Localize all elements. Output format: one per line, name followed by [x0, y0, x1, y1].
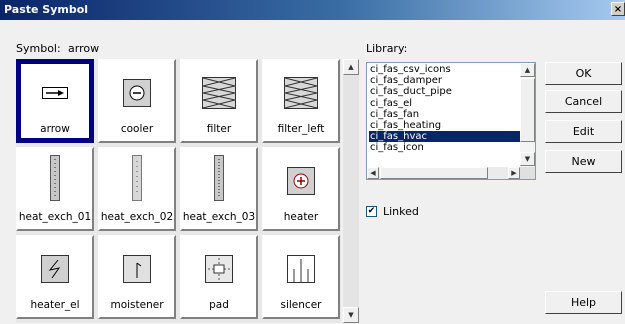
linked-checkbox[interactable]: ✔ [366, 206, 377, 217]
tile-label: pad [209, 299, 229, 311]
symbol-tile-arrow[interactable]: arrow [16, 59, 94, 143]
library-item[interactable]: ci_fas_el [369, 98, 521, 109]
heat-exchanger-icon [132, 155, 142, 201]
scroll-left-icon[interactable]: ◀ [367, 167, 379, 179]
symbol-tile-filter-left[interactable]: filter_left [262, 59, 340, 143]
linked-label: Linked [383, 205, 419, 218]
symbol-tile-filter[interactable]: filter [180, 59, 258, 143]
library-item-selected[interactable]: ci_fas_hvac [369, 131, 521, 143]
scroll-up-icon[interactable]: ▲ [343, 59, 359, 75]
tile-label: filter_left [277, 123, 325, 135]
library-item[interactable]: ci_fas_heating [369, 120, 521, 131]
library-item[interactable]: ci_fas_csv_icons [369, 64, 521, 75]
moistener-icon [123, 255, 151, 283]
library-item[interactable]: ci_fas_icon [369, 142, 521, 153]
library-listbox[interactable]: ci_fas_csv_icons ci_fas_damper ci_fas_du… [366, 62, 536, 180]
tile-label: heat_exch_02 [100, 211, 174, 223]
electric-heater-icon [41, 255, 69, 283]
symbol-label: Symbol: [16, 42, 61, 55]
silencer-icon [287, 255, 315, 283]
tile-label: moistener [110, 299, 164, 311]
cancel-button[interactable]: Cancel [545, 90, 622, 113]
tile-label: heater_el [30, 299, 80, 311]
library-item[interactable]: ci_fas_duct_pipe [369, 86, 521, 97]
filter-icon [202, 77, 236, 109]
pad-icon [205, 255, 233, 283]
tile-label: heat_exch_01 [18, 211, 92, 223]
tile-label: silencer [280, 299, 322, 311]
title-bar[interactable]: Paste Symbol × [0, 0, 625, 20]
library-horizontal-scrollbar[interactable]: ◀ ▶ [367, 167, 520, 179]
library-vertical-scrollbar[interactable]: ▲ ▼ [520, 63, 535, 167]
scroll-up-icon[interactable]: ▲ [520, 63, 535, 77]
close-button[interactable]: × [611, 2, 625, 16]
symbol-grid-scrollbar[interactable]: ▲ ▼ [343, 59, 359, 323]
tile-label: heat_exch_03 [182, 211, 256, 223]
symbol-tile-cooler[interactable]: cooler [98, 59, 176, 143]
scroll-thumb[interactable] [520, 78, 535, 142]
scroll-thumb[interactable] [380, 167, 488, 179]
new-button[interactable]: New [545, 150, 622, 173]
ok-button[interactable]: OK [545, 62, 622, 85]
help-button[interactable]: Help [545, 291, 622, 314]
tile-label: cooler [120, 123, 154, 135]
symbol-tile-silencer[interactable]: silencer [262, 235, 340, 319]
library-label: Library: [366, 42, 408, 55]
scroll-right-icon[interactable]: ▶ [508, 167, 520, 179]
edit-button[interactable]: Edit [545, 120, 622, 143]
cooler-icon [123, 79, 151, 107]
tile-label: heater [283, 211, 319, 223]
library-item[interactable]: ci_fas_fan [369, 109, 521, 120]
paste-symbol-dialog: Paste Symbol × Symbol: arrow arrow coole… [0, 0, 625, 324]
symbol-tile-heater-el[interactable]: heater_el [16, 235, 94, 319]
symbol-tile-heat-exch-03[interactable]: heat_exch_03 [180, 147, 258, 231]
filter-left-icon [284, 77, 318, 109]
symbol-name-value: arrow [68, 42, 100, 55]
scroll-down-icon[interactable]: ▼ [520, 152, 535, 166]
heat-exchanger-icon [214, 155, 224, 201]
symbol-tile-heat-exch-02[interactable]: heat_exch_02 [98, 147, 176, 231]
tile-label: arrow [40, 123, 70, 135]
symbol-tile-pad[interactable]: pad [180, 235, 258, 319]
dialog-title: Paste Symbol [4, 3, 89, 16]
symbol-tile-moistener[interactable]: moistener [98, 235, 176, 319]
heater-icon [287, 167, 315, 195]
symbol-tile-heat-exch-01[interactable]: heat_exch_01 [16, 147, 94, 231]
scrollbar-corner [520, 167, 535, 179]
symbol-grid: arrow cooler filter filter_left heat_exc… [16, 59, 341, 323]
tile-label: filter [206, 123, 232, 135]
symbol-tile-heater[interactable]: heater [262, 147, 340, 231]
library-item[interactable]: ci_fas_damper [369, 75, 521, 86]
heat-exchanger-icon [50, 155, 60, 201]
scroll-down-icon[interactable]: ▼ [343, 307, 359, 323]
arrow-icon [42, 87, 68, 99]
